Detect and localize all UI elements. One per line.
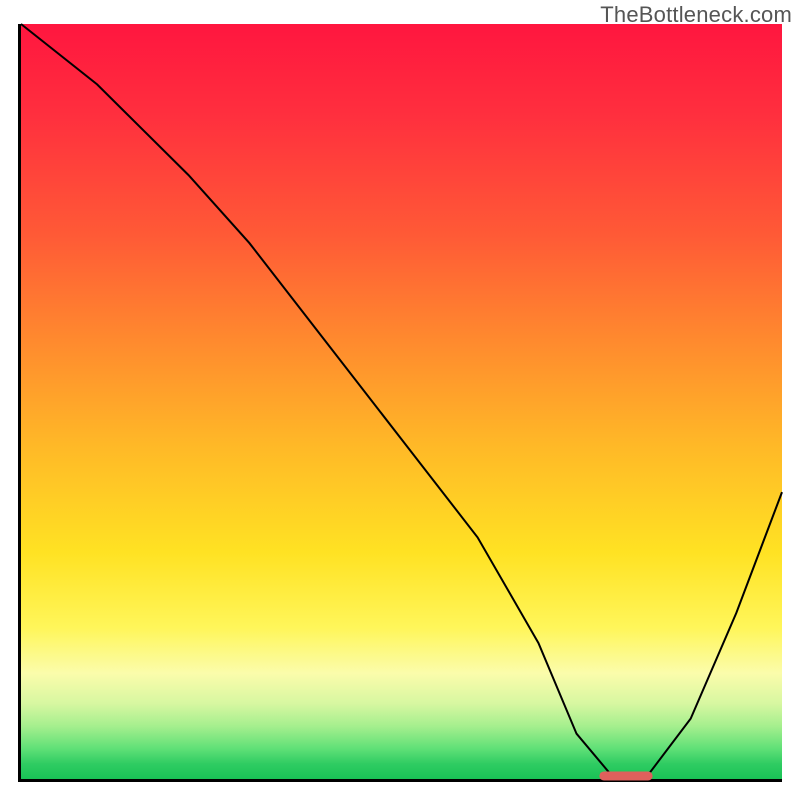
- chart-frame: TheBottleneck.com: [0, 0, 800, 800]
- plot-area: [18, 24, 782, 782]
- optimal-range-marker: [21, 24, 782, 779]
- marker-rect: [599, 771, 652, 780]
